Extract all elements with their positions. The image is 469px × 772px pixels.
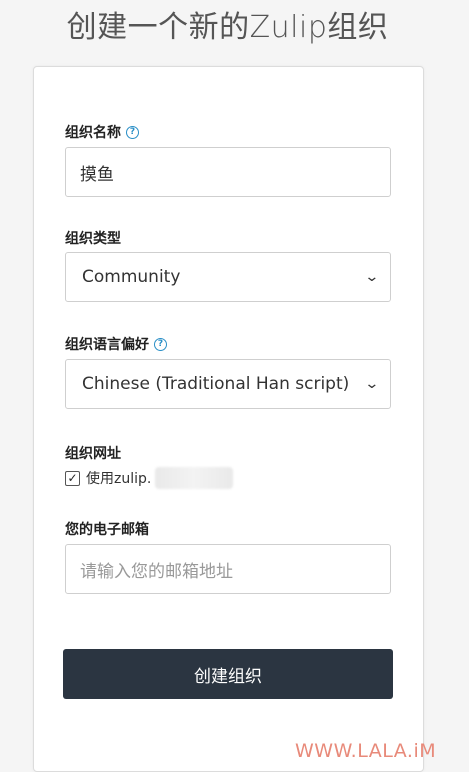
create-organization-button[interactable]: 创建组织 — [63, 649, 393, 699]
org-name-input[interactable]: 摸鱼 — [65, 147, 391, 197]
page-title: 创建一个新的Zulip组织 — [66, 10, 389, 45]
watermark: WWW.LALA.iM — [295, 740, 437, 762]
org-url-checkbox[interactable]: ✓ — [65, 470, 80, 486]
org-url-label: 组织网址 — [65, 443, 121, 463]
email-label: 您的电子邮箱 — [65, 519, 149, 539]
org-language-select[interactable]: Chinese (Traditional Han script) ⌄ — [65, 359, 391, 409]
org-url-label-text: 组织网址 — [65, 446, 121, 462]
org-name-label: 组织名称 ? — [65, 122, 139, 142]
help-icon[interactable]: ? — [126, 125, 139, 139]
org-language-label-text: 组织语言偏好 — [65, 337, 149, 353]
chevron-down-icon: ⌄ — [364, 376, 380, 392]
org-type-label: 组织类型 — [65, 228, 121, 248]
redacted-subdomain — [155, 467, 234, 489]
org-url-checkbox-row: ✓ 使用zulip. — [65, 467, 234, 489]
org-language-selected: Chinese (Traditional Han script) — [82, 374, 350, 394]
email-placeholder: 请输入您的邮箱地址 — [80, 561, 233, 582]
chevron-down-icon: ⌄ — [364, 269, 380, 285]
org-url-checkbox-label: 使用zulip. — [86, 471, 152, 487]
email-label-text: 您的电子邮箱 — [65, 522, 149, 538]
org-type-selected: Community — [82, 267, 181, 287]
org-name-label-text: 组织名称 — [65, 125, 121, 141]
org-type-select[interactable]: Community ⌄ — [65, 252, 391, 302]
help-icon[interactable]: ? — [154, 337, 167, 351]
org-language-label: 组织语言偏好 ? — [65, 334, 167, 354]
email-input[interactable]: 请输入您的邮箱地址 — [65, 544, 391, 594]
check-icon: ✓ — [67, 471, 78, 485]
org-type-label-text: 组织类型 — [65, 231, 121, 247]
org-name-value: 摸鱼 — [80, 164, 114, 185]
